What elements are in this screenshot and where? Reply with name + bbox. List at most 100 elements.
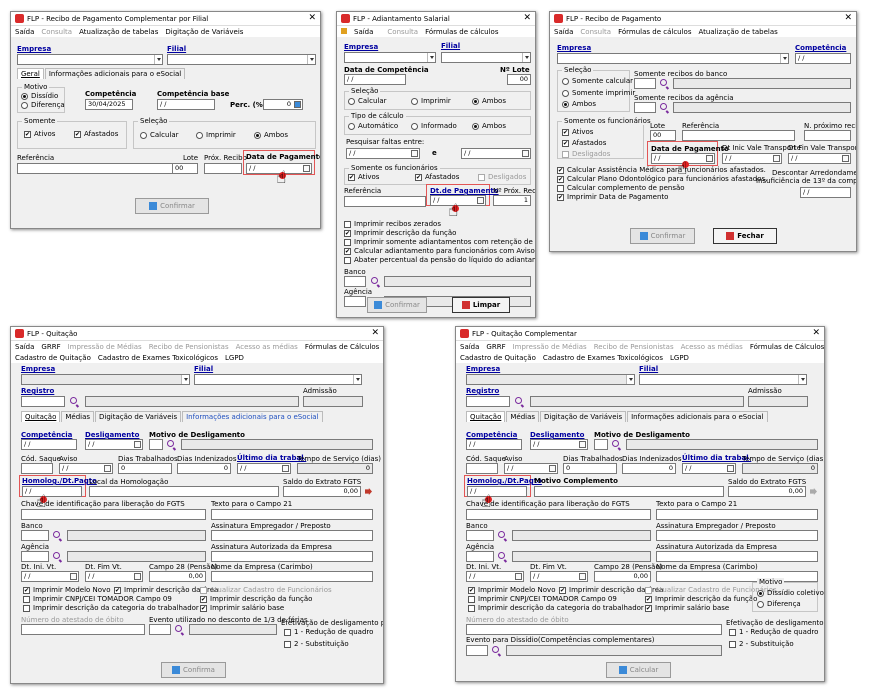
tab-quitacao[interactable]: Quitação [21,411,61,422]
radio-calcular[interactable] [348,98,355,105]
radio-imprimir[interactable] [411,98,418,105]
check-ativos[interactable] [24,131,31,138]
motivo-desligamento-field[interactable] [594,439,608,450]
calendar-icon[interactable] [303,165,310,172]
tab-digitacao-variaveis[interactable]: Digitação de Variáveis [540,411,627,422]
close-icon[interactable]: ✕ [308,14,316,23]
empresa-select[interactable] [344,52,436,63]
check-afastados[interactable] [562,140,569,147]
radio-imprimir[interactable] [196,132,203,139]
agencia-field[interactable] [466,551,494,562]
check-atualizar-cadastro[interactable] [645,587,652,594]
radio-diferenca[interactable] [757,601,764,608]
menu-formulas[interactable]: Fórmulas de cálculos [618,28,691,36]
texto-campo21-field[interactable] [656,509,818,520]
radio-ambos[interactable] [562,101,569,108]
chave-fgts-field[interactable] [466,509,651,520]
referencia-field[interactable] [17,163,175,174]
search-icon[interactable] [70,397,77,404]
dt-inic-vale-field[interactable]: / / [722,153,782,164]
dias-trabalhados-field[interactable]: 0 [118,463,172,474]
check-ativos[interactable] [562,129,569,136]
menu-consulta[interactable]: Consulta [41,28,72,36]
saldo-fgts-field[interactable]: 0,00 [728,486,806,497]
chevron-down-icon[interactable] [522,53,530,62]
radio-dissidio[interactable] [21,93,28,100]
menu-acesso-medias[interactable]: Acesso as médias [236,343,298,351]
menu-digitacao-variaveis[interactable]: Digitação de Variáveis [165,28,243,36]
dt-ini-vt-field[interactable]: / / [466,571,524,582]
agencia-field[interactable] [344,296,366,307]
menu-recibo-pensionistas[interactable]: Recibo de Pensionistas [594,343,674,351]
desligamento-field[interactable]: / / [530,439,588,450]
radio-automatico[interactable] [348,123,355,130]
cod-saque-field[interactable] [21,463,53,474]
check-abater-pensao[interactable] [344,257,351,264]
menu-exames-toxicologicos[interactable]: Cadastro de Exames Toxicológicos [98,354,218,362]
dt-fim-vt-field[interactable]: / / [530,571,588,582]
tab-medias[interactable]: Médias [61,411,95,422]
campo28-field[interactable]: 0,00 [594,571,651,582]
check-descricao-funcao[interactable] [645,596,652,603]
local-homologacao-field[interactable] [89,486,279,497]
check-ativos[interactable] [348,174,355,181]
calendar-icon[interactable] [706,155,713,162]
banco-field[interactable] [634,78,656,89]
fechar-button[interactable]: Fechar [713,228,777,244]
calendar-icon[interactable] [522,150,529,157]
menu-saida[interactable]: Saída [15,28,34,36]
check-substituicao[interactable] [284,641,291,648]
cod-saque-field[interactable] [466,463,498,474]
assinatura-empregador-field[interactable] [656,530,818,541]
check-descricao-funcao[interactable] [344,230,351,237]
check-complemento-pensao[interactable] [557,185,564,192]
calendar-icon[interactable] [411,150,418,157]
menu-recibo-pensionistas[interactable]: Recibo de Pensionistas [149,343,229,351]
import-arrow-icon[interactable] [365,488,372,495]
nome-empresa-field[interactable] [211,571,373,582]
faltas-fim-field[interactable]: / / [461,148,531,159]
registro-field[interactable] [466,396,510,407]
search-icon[interactable] [515,397,522,404]
menu-saida[interactable]: Saída [460,343,479,351]
competencia-field[interactable]: 30/04/2025 [85,99,133,110]
search-icon[interactable] [612,440,619,447]
numero-atestado-field[interactable] [466,624,722,635]
check-modelo-novo[interactable] [468,587,475,594]
check-categoria-trabalhador[interactable] [23,605,30,612]
tab-digitacao-variaveis[interactable]: Digitação de Variáveis [95,411,182,422]
competencia-field[interactable]: / / [795,53,851,64]
motivo-complemento-field[interactable] [534,486,724,497]
dias-trabalhados-field[interactable]: 0 [563,463,617,474]
menu-formulas[interactable]: Fórmulas de Cálculos [305,343,379,351]
filial-select[interactable] [167,54,316,65]
calendar-icon[interactable] [549,465,556,472]
radio-informado[interactable] [411,123,418,130]
search-icon[interactable] [492,646,499,653]
menu-consulta[interactable]: Consulta [580,28,611,36]
calendar-icon[interactable] [477,197,484,204]
calendar-icon[interactable] [104,465,111,472]
search-icon[interactable] [167,440,174,447]
competencia-base-field[interactable]: / / [157,99,215,110]
empresa-select[interactable] [466,374,635,385]
search-icon[interactable] [660,79,667,86]
check-afastados[interactable] [74,131,81,138]
menu-impressao-medias[interactable]: Impressão de Médias [513,343,587,351]
dt-fim-vt-field[interactable]: / / [85,571,143,582]
calendar-icon[interactable] [773,155,780,162]
chevron-down-icon[interactable] [626,375,634,384]
search-icon[interactable] [53,531,60,538]
menu-consulta[interactable]: Consulta [387,28,418,36]
tab-esocial[interactable]: Informações adicionais para o eSocial [182,411,323,422]
confirmar-button[interactable]: Confirmar [367,297,427,313]
chevron-down-icon[interactable] [307,55,315,64]
nro-prox-recibo-field[interactable]: 1 [493,195,531,206]
referencia-field[interactable] [682,130,795,141]
check-plano-odontologico[interactable] [557,176,564,183]
check-salario-base[interactable] [200,605,207,612]
menu-atualizacao-tabelas[interactable]: Atualização de tabelas [79,28,158,36]
referencia-field[interactable] [344,196,426,207]
menu-cadastro-quitacao[interactable]: Cadastro de Quitação [460,354,536,362]
numero-atestado-field[interactable] [21,624,145,635]
